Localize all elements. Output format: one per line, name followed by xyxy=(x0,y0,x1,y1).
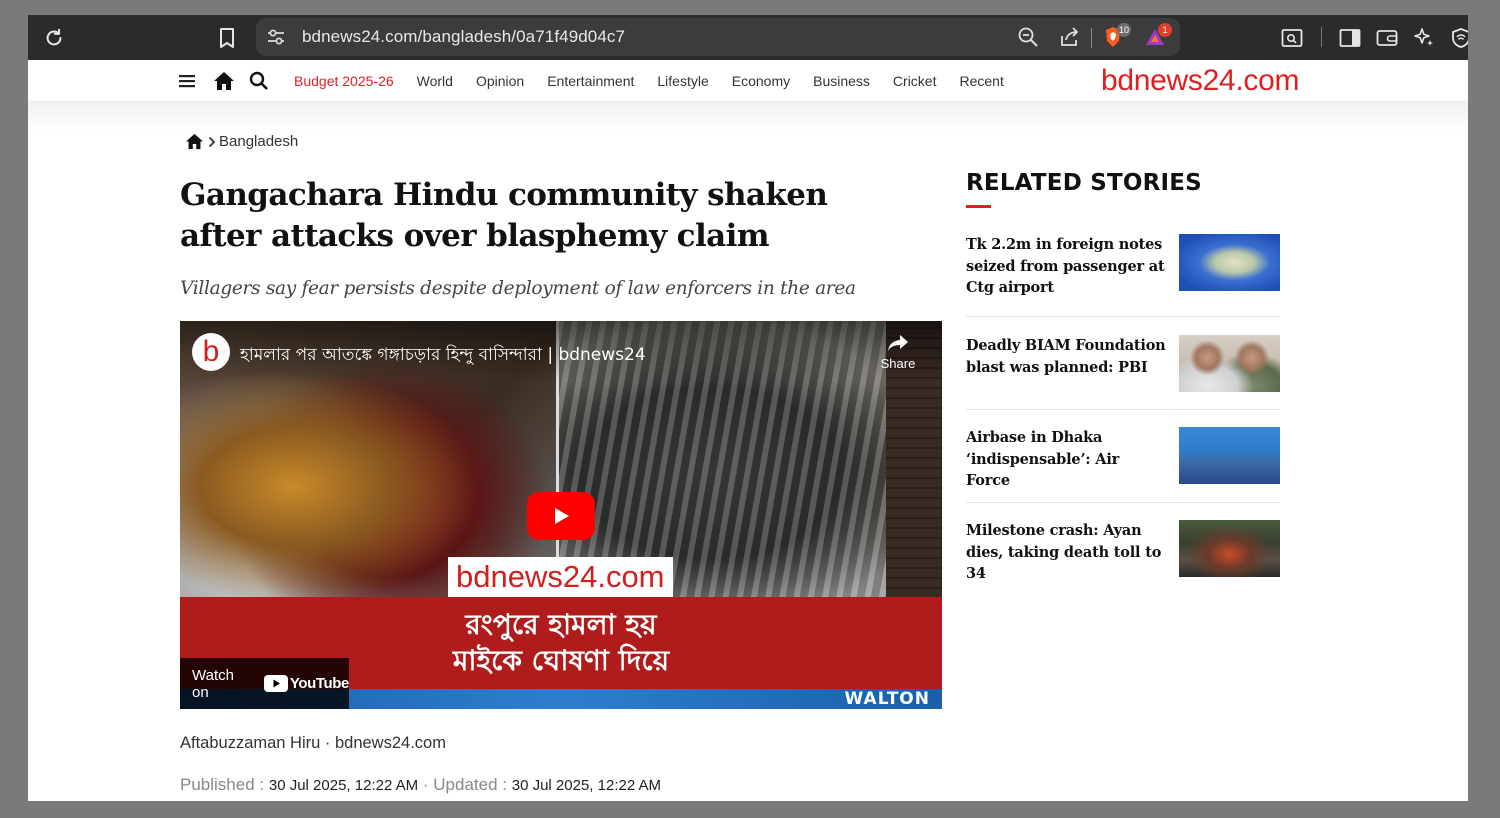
related-story-thumbnail[interactable] xyxy=(1179,520,1280,577)
youtube-logo: YouTube xyxy=(263,675,350,692)
shield-count-badge: 10 xyxy=(1117,23,1132,37)
browser-window: bdnews24.com/bangladesh/0a71f49d04c7 10 … xyxy=(28,15,1468,801)
published-label: Published : xyxy=(180,775,265,794)
related-story-title[interactable]: Milestone crash: Ayan dies, taking death… xyxy=(966,520,1166,585)
share-arrow-icon xyxy=(878,333,918,356)
watch-on-label: Watch on xyxy=(192,666,234,701)
related-divider xyxy=(966,502,1280,503)
published-date: 30 Jul 2025, 12:22 AM xyxy=(268,777,419,794)
video-embed[interactable]: রংপুরে হামলা হয় মাইকে ঘোষণা দিয়ে WALTO… xyxy=(180,321,942,709)
address-bar[interactable]: bdnews24.com/bangladesh/0a71f49d04c7 10 … xyxy=(256,18,1180,56)
date-separator: · xyxy=(422,775,434,794)
url-text[interactable]: bdnews24.com/bangladesh/0a71f49d04c7 xyxy=(302,27,625,47)
channel-avatar[interactable]: b xyxy=(192,333,230,371)
video-share-button[interactable]: Share xyxy=(878,333,918,371)
bookmark-icon[interactable] xyxy=(212,23,242,53)
chevron-right-icon xyxy=(208,136,216,148)
search-icon[interactable] xyxy=(248,71,270,91)
related-divider xyxy=(966,409,1280,410)
nav-link-budget[interactable]: Budget 2025-26 xyxy=(294,73,394,89)
vpn-icon[interactable] xyxy=(1446,23,1468,53)
video-share-label: Share xyxy=(880,356,916,371)
site-logo[interactable]: bdnews24.com xyxy=(1101,64,1299,98)
video-title[interactable]: হামলার পর আতঙ্কে গঙ্গাচড়ার হিন্দু বাসিন… xyxy=(240,342,646,370)
related-story-thumbnail[interactable] xyxy=(1179,234,1280,291)
nav-link-entertainment[interactable]: Entertainment xyxy=(547,73,634,89)
urlbar-divider xyxy=(1091,28,1092,48)
toolbar-separator xyxy=(1321,27,1322,47)
nav-link-business[interactable]: Business xyxy=(813,73,870,89)
share-icon[interactable] xyxy=(1058,26,1080,48)
updated-date: 30 Jul 2025, 12:22 AM xyxy=(511,777,662,794)
breadcrumb-home-icon[interactable] xyxy=(185,133,204,150)
nav-shadow xyxy=(28,102,1468,132)
nav-link-opinion[interactable]: Opinion xyxy=(476,73,524,89)
article-byline: Aftabuzzaman Hiru · bdnews24.com xyxy=(180,734,446,752)
play-button[interactable] xyxy=(527,492,595,540)
youtube-icon xyxy=(263,675,288,692)
play-icon xyxy=(555,508,569,524)
related-story-title[interactable]: Deadly BIAM Foundation blast was planned… xyxy=(966,335,1166,378)
nav-links: Budget 2025-26 World Opinion Entertainme… xyxy=(294,73,1027,89)
breadcrumb-section[interactable]: Bangladesh xyxy=(219,133,298,150)
nav-link-lifestyle[interactable]: Lifestyle xyxy=(657,73,708,89)
rewards-count-badge: 1 xyxy=(1158,23,1172,37)
breadcrumb: Bangladesh xyxy=(185,133,298,150)
related-story-thumbnail[interactable] xyxy=(1179,427,1280,484)
browser-toolbar: bdnews24.com/bangladesh/0a71f49d04c7 10 … xyxy=(28,15,1468,60)
reload-icon[interactable] xyxy=(39,23,69,53)
sidebar-icon[interactable] xyxy=(1335,23,1365,53)
zoom-icon[interactable] xyxy=(1017,26,1039,48)
home-icon[interactable] xyxy=(213,71,235,91)
nav-link-cricket[interactable]: Cricket xyxy=(893,73,937,89)
watch-on-youtube-button[interactable]: Watch on YouTube xyxy=(180,658,349,709)
related-story-thumbnail[interactable] xyxy=(1179,335,1280,392)
video-watermark: bdnews24.com xyxy=(448,557,673,597)
nav-link-world[interactable]: World xyxy=(417,73,453,89)
article-subhead: Villagers say fear persists despite depl… xyxy=(180,278,856,299)
updated-label: Updated : xyxy=(433,775,507,794)
site-navigation: Budget 2025-26 World Opinion Entertainme… xyxy=(28,60,1468,102)
article-headline: Gangachara Hindu community shaken after … xyxy=(180,177,828,254)
related-story-title[interactable]: Tk 2.2m in foreign notes seized from pas… xyxy=(966,234,1166,299)
leo-ai-icon[interactable] xyxy=(1409,23,1439,53)
related-heading-underline xyxy=(966,205,991,208)
related-story-title[interactable]: Airbase in Dhaka ‘indispensable’: Air Fo… xyxy=(966,427,1166,492)
menu-icon[interactable] xyxy=(176,71,198,91)
youtube-wordmark: YouTube xyxy=(289,675,350,692)
nav-link-recent[interactable]: Recent xyxy=(959,73,1003,89)
video-ad-brand: WALTON xyxy=(844,689,930,709)
video-caption-line1: রংপুরে হামলা হয় xyxy=(465,608,657,641)
related-divider xyxy=(966,316,1280,317)
site-settings-icon[interactable] xyxy=(266,28,286,46)
article-dates: Published : 30 Jul 2025, 12:22 AM · Upda… xyxy=(180,775,661,795)
nav-link-economy[interactable]: Economy xyxy=(732,73,790,89)
reader-mode-icon[interactable] xyxy=(1277,23,1307,53)
related-stories-heading: RELATED STORIES xyxy=(966,170,1202,196)
wallet-icon[interactable] xyxy=(1372,23,1402,53)
